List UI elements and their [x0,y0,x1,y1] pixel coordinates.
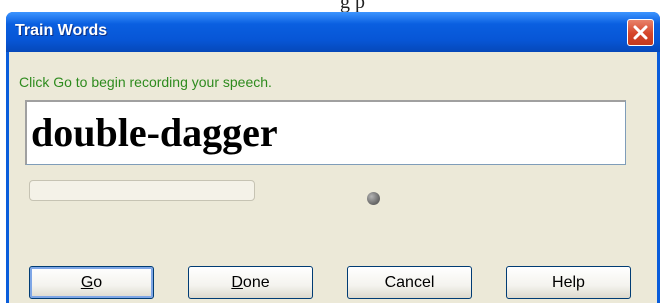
go-button[interactable]: Go [29,266,154,299]
done-mnemonic: D [231,274,243,291]
done-label-rest: one [242,274,270,291]
training-word: double-dagger [31,110,278,155]
go-label-rest: o [93,274,103,291]
close-button[interactable] [627,19,654,46]
close-x-icon [633,25,648,40]
dialog-title: Train Words [15,22,108,39]
train-words-dialog: Train Words Click Go to begin recording … [6,12,660,303]
instruction-text: Click Go to begin recording your speech. [19,74,272,90]
help-button[interactable]: Help [506,266,631,299]
title-bar[interactable]: Train Words [6,12,660,52]
recording-indicator-icon [367,192,380,205]
recording-progress-bar [29,180,255,201]
dialog-body: Click Go to begin recording your speech.… [9,52,657,303]
word-display: double-dagger [25,100,626,165]
done-button[interactable]: Done [188,266,313,299]
go-mnemonic: G [80,274,94,291]
cancel-button[interactable]: Cancel [347,266,472,299]
